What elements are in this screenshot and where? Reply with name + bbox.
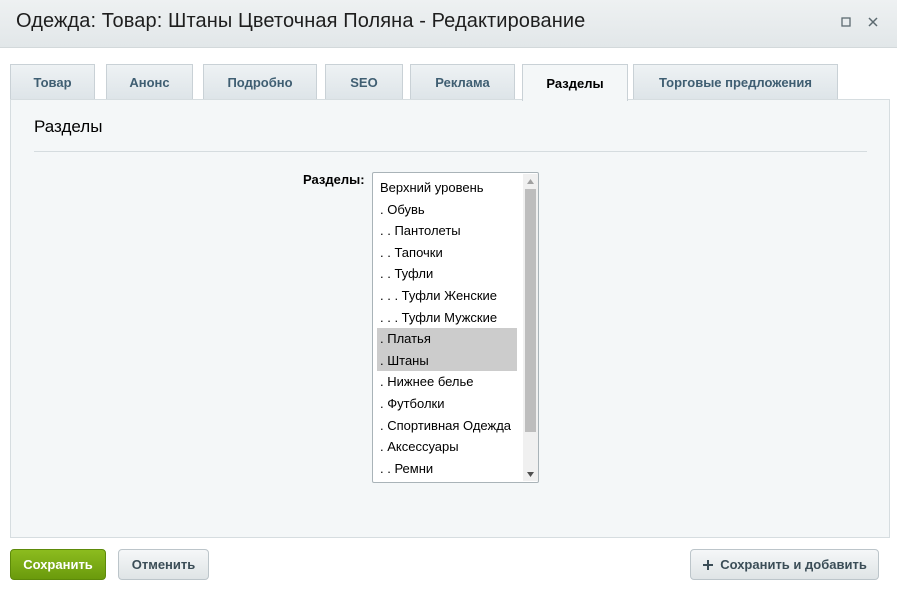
sections-field-label: Разделы:: [303, 172, 365, 187]
list-scrollbar[interactable]: [523, 174, 538, 481]
sections-multiselect[interactable]: Верхний уровень . Обувь . . Пантолеты . …: [372, 172, 539, 483]
sections-list: Верхний уровень . Обувь . . Пантолеты . …: [377, 177, 517, 479]
save-button[interactable]: Сохранить: [10, 549, 106, 580]
list-item[interactable]: . . Ремни: [377, 458, 517, 480]
tab-details[interactable]: Подробно: [203, 64, 317, 100]
scroll-thumb[interactable]: [525, 189, 536, 432]
save-and-add-button[interactable]: Сохранить и добавить: [690, 549, 879, 580]
section-title: Разделы: [34, 117, 103, 136]
tab-seo[interactable]: SEO: [325, 64, 403, 100]
maximize-icon[interactable]: [838, 14, 854, 30]
window-titlebar: Одежда: Товар: Штаны Цветочная Поляна - …: [0, 0, 897, 48]
sections-panel: Разделы Разделы: Верхний уровень . Обувь…: [10, 99, 890, 538]
list-item[interactable]: Верхний уровень: [377, 177, 517, 199]
list-item[interactable]: . Аксессуары: [377, 436, 517, 458]
list-item[interactable]: . Футболки: [377, 393, 517, 415]
list-item[interactable]: . . . Туфли Женские: [377, 285, 517, 307]
save-and-add-label: Сохранить и добавить: [720, 557, 867, 572]
section-divider: [34, 151, 867, 152]
tab-bar: Товар Анонс Подробно SEO Реклама Разделы…: [10, 64, 890, 101]
window-title: Одежда: Товар: Штаны Цветочная Поляна - …: [16, 10, 586, 32]
list-item[interactable]: . . . Туфли Мужские: [377, 307, 517, 329]
tab-product[interactable]: Товар: [10, 64, 95, 100]
list-item-selected[interactable]: . Штаны: [377, 349, 517, 372]
list-item[interactable]: . Обувь: [377, 199, 517, 221]
tab-trade-offers[interactable]: Торговые предложения: [633, 64, 838, 100]
scroll-down-arrow-icon[interactable]: [523, 467, 538, 481]
list-item[interactable]: . Спортивная Одежда: [377, 415, 517, 437]
list-item[interactable]: . . Туфли: [377, 263, 517, 285]
cancel-button[interactable]: Отменить: [118, 549, 209, 580]
list-item-selected[interactable]: . Платья: [377, 328, 517, 350]
plus-icon: [702, 559, 714, 571]
tab-sections[interactable]: Разделы: [522, 64, 628, 101]
close-icon[interactable]: [865, 14, 881, 30]
list-item[interactable]: . . Пантолеты: [377, 220, 517, 242]
scroll-up-arrow-icon[interactable]: [523, 174, 538, 188]
tab-announce[interactable]: Анонс: [106, 64, 193, 100]
list-item[interactable]: . Нижнее белье: [377, 371, 517, 393]
list-item[interactable]: . . Тапочки: [377, 242, 517, 264]
tab-ads[interactable]: Реклама: [410, 64, 515, 100]
